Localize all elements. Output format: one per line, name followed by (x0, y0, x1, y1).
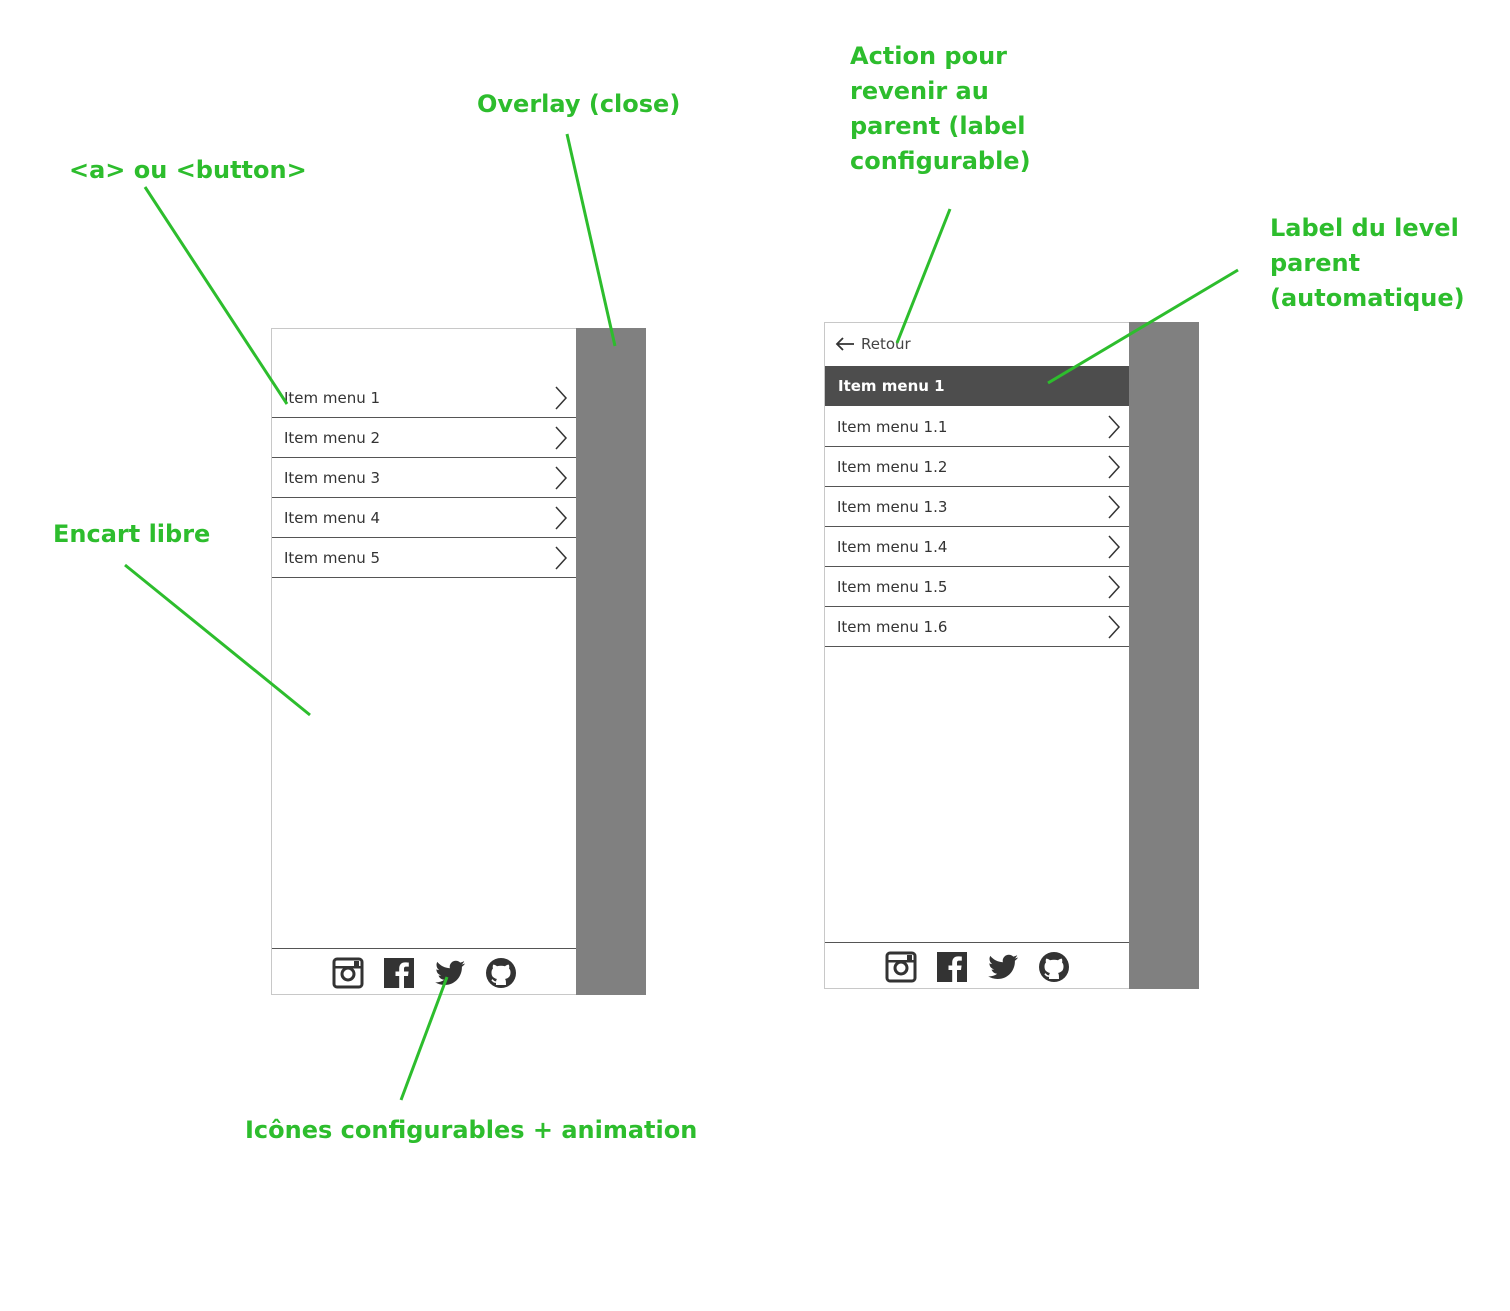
back-label: Retour (861, 335, 911, 353)
menu-item-label: Item menu 5 (284, 548, 381, 567)
menu-item-label: Item menu 1.5 (837, 577, 948, 596)
annotation-a-button: <a> ou <button> (69, 156, 307, 184)
chevron-right-icon (555, 466, 568, 490)
facebook-icon[interactable] (936, 951, 968, 983)
connector-icones (399, 976, 449, 1101)
menu-item-label: Item menu 1.3 (837, 497, 948, 516)
chevron-right-icon (1108, 415, 1121, 439)
chevron-right-icon (555, 506, 568, 530)
instagram-icon[interactable] (332, 957, 364, 989)
menu-item-label: Item menu 1.1 (837, 417, 948, 436)
menu-panel-level1: Item menu 1 Item menu 2 Item menu 3 Item… (271, 328, 577, 995)
social-footer (825, 942, 1129, 988)
connector-overlay (565, 133, 617, 347)
menu-item-label: Item menu 4 (284, 508, 381, 527)
menu-item-label: Item menu 1 (284, 388, 381, 407)
annotation-action-parent: Action pour revenir au parent (label con… (850, 42, 1031, 175)
instagram-icon[interactable] (885, 951, 917, 983)
menu-item[interactable]: Item menu 5 (272, 538, 576, 578)
menu-item[interactable]: Item menu 4 (272, 498, 576, 538)
connector-a-button (143, 186, 289, 405)
arrow-left-icon (835, 337, 854, 351)
twitter-icon[interactable] (434, 957, 466, 989)
annotation-encart: Encart libre (53, 520, 211, 548)
annotation-lines (124, 133, 1239, 1101)
menu-item-label: Item menu 2 (284, 428, 381, 447)
back-button[interactable]: Retour (835, 333, 911, 355)
menu-item-label: Item menu 1.4 (837, 537, 948, 556)
menu-item[interactable]: Item menu 1.3 (825, 487, 1129, 527)
menu-item[interactable]: Item menu 3 (272, 458, 576, 498)
menu-panel-level2: Retour Item menu 1 Item menu 1.1 Item me… (824, 322, 1130, 989)
facebook-icon[interactable] (383, 957, 415, 989)
menu-item[interactable]: Item menu 1.6 (825, 607, 1129, 647)
overlay-close[interactable] (576, 328, 646, 995)
menu-item[interactable]: Item menu 1.4 (825, 527, 1129, 567)
chevron-right-icon (1108, 455, 1121, 479)
github-icon[interactable] (485, 957, 517, 989)
menu-item[interactable]: Item menu 1.5 (825, 567, 1129, 607)
github-icon[interactable] (1038, 951, 1070, 983)
menu-item-label: Item menu 1.2 (837, 457, 948, 476)
menu-item-label: Item menu 3 (284, 468, 381, 487)
chevron-right-icon (1108, 535, 1121, 559)
menu-item-label: Item menu 1.6 (837, 617, 948, 636)
menu-item[interactable]: Item menu 1.1 (825, 407, 1129, 447)
chevron-right-icon (555, 386, 568, 410)
social-footer (272, 948, 576, 994)
menu-item[interactable]: Item menu 1.2 (825, 447, 1129, 487)
annotation-label-level: Label du level parent (automatique) (1270, 214, 1465, 312)
annotation-icones: Icônes configurables + animation (245, 1116, 698, 1144)
overlay-close[interactable] (1129, 322, 1199, 989)
chevron-right-icon (1108, 615, 1121, 639)
chevron-right-icon (555, 546, 568, 570)
menu-item[interactable]: Item menu 1 (272, 378, 576, 418)
chevron-right-icon (1108, 495, 1121, 519)
menu-item[interactable]: Item menu 2 (272, 418, 576, 458)
parent-level-label: Item menu 1 (825, 366, 1129, 406)
chevron-right-icon (555, 426, 568, 450)
chevron-right-icon (1108, 575, 1121, 599)
twitter-icon[interactable] (987, 951, 1019, 983)
annotation-overlay: Overlay (close) (477, 90, 681, 118)
